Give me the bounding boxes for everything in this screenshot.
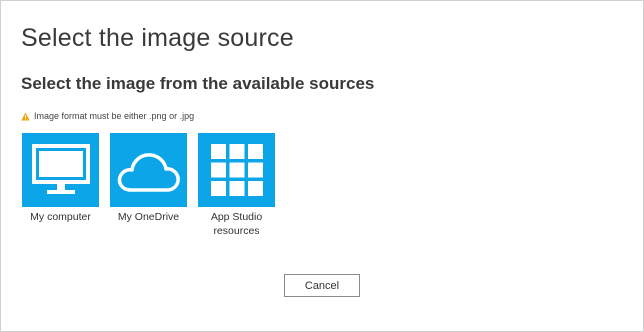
tile-my-computer-icon-box — [22, 133, 99, 207]
tile-my-onedrive-label: My OneDrive — [117, 211, 180, 223]
warning-text: Image format must be either .png or .jpg — [34, 111, 195, 121]
tile-app-studio-resources[interactable]: App Studio resources — [198, 133, 275, 238]
tile-app-studio-resources-label: App Studio resources — [210, 211, 263, 237]
dialog-subtitle: Select the image from the available sour… — [21, 74, 375, 93]
grid-icon — [210, 144, 263, 196]
tile-app-studio-resources-icon-box — [198, 133, 275, 207]
cancel-button[interactable]: Cancel — [284, 274, 360, 297]
monitor-icon — [31, 144, 90, 194]
image-source-dialog: Select the image source Select the image… — [0, 0, 644, 332]
dialog-title: Select the image source — [21, 24, 294, 52]
format-warning: Image format must be either .png or .jpg — [21, 111, 194, 121]
source-tiles: My computer My OneDrive App Studio resou… — [22, 133, 275, 238]
tile-my-computer[interactable]: My computer — [22, 133, 99, 238]
cloud-icon — [117, 153, 180, 192]
tile-my-onedrive-icon-box — [110, 133, 187, 207]
warning-icon — [21, 111, 30, 121]
tile-my-computer-label: My computer — [30, 211, 91, 223]
tile-my-onedrive[interactable]: My OneDrive — [110, 133, 187, 238]
